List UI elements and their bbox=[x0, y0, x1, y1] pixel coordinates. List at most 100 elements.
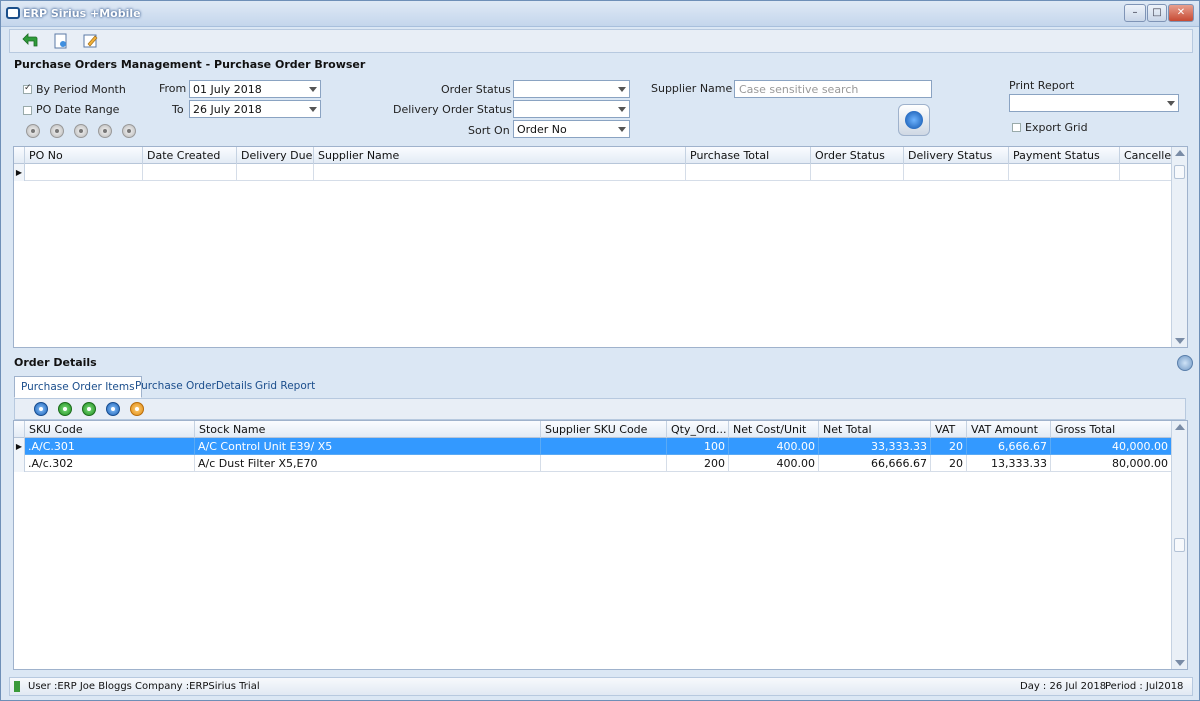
column-header[interactable]: Order Status bbox=[811, 147, 904, 164]
print-report-label: Print Report bbox=[1009, 79, 1075, 92]
qty-cell[interactable]: 100 bbox=[667, 438, 729, 455]
next-record-button[interactable] bbox=[74, 124, 88, 138]
tab-grid-report[interactable]: Grid Report bbox=[249, 376, 321, 398]
first-item-button[interactable] bbox=[34, 402, 48, 416]
table-row[interactable]: ▶ bbox=[14, 164, 1172, 181]
previous-item-button[interactable] bbox=[58, 402, 72, 416]
scroll-down-icon[interactable] bbox=[1175, 660, 1185, 666]
column-header[interactable]: Net Cost/Unit bbox=[729, 421, 819, 438]
edit-document-icon[interactable] bbox=[82, 33, 100, 49]
previous-record-button[interactable] bbox=[50, 124, 64, 138]
sort-on-select[interactable]: Order No bbox=[513, 120, 630, 138]
main-toolbar bbox=[9, 29, 1193, 53]
vat-amount-cell[interactable]: 13,333.33 bbox=[967, 455, 1051, 472]
last-item-button[interactable] bbox=[106, 402, 120, 416]
table-cell[interactable] bbox=[25, 164, 143, 181]
sku-code-cell[interactable]: .A/C.301 bbox=[25, 438, 195, 455]
column-header[interactable]: Delivery Status bbox=[904, 147, 1009, 164]
tab-purchase-order-items[interactable]: Purchase Order Items bbox=[14, 376, 142, 398]
sku-code-cell[interactable]: .A/c.302 bbox=[25, 455, 195, 472]
column-header[interactable]: PO No bbox=[25, 147, 143, 164]
table-cell[interactable] bbox=[237, 164, 314, 181]
column-header[interactable]: SKU Code bbox=[25, 421, 195, 438]
next-item-button[interactable] bbox=[82, 402, 96, 416]
scroll-up-icon[interactable] bbox=[1175, 424, 1185, 430]
first-record-button[interactable] bbox=[26, 124, 40, 138]
po-date-range-checkbox[interactable] bbox=[23, 106, 32, 115]
current-row-indicator: ▶ bbox=[14, 164, 25, 181]
gross-total-cell[interactable]: 80,000.00 bbox=[1051, 455, 1172, 472]
table-cell[interactable] bbox=[314, 164, 686, 181]
order-status-select[interactable] bbox=[513, 80, 630, 98]
column-header[interactable]: Net Total bbox=[819, 421, 931, 438]
table-cell[interactable] bbox=[686, 164, 811, 181]
column-header[interactable]: Purchase Total bbox=[686, 147, 811, 164]
column-header[interactable]: Date Created bbox=[143, 147, 237, 164]
table-cell[interactable] bbox=[811, 164, 904, 181]
column-header[interactable]: Supplier Name bbox=[314, 147, 686, 164]
refresh-items-button[interactable] bbox=[130, 402, 144, 416]
stock-name-cell[interactable]: A/c Dust Filter X5,E70 bbox=[195, 455, 541, 472]
to-date-picker[interactable]: 26 July 2018 bbox=[189, 100, 321, 118]
collapse-icon[interactable] bbox=[1177, 355, 1193, 371]
qty-cell[interactable]: 200 bbox=[667, 455, 729, 472]
delivery-order-status-select[interactable] bbox=[513, 100, 630, 118]
from-date-picker[interactable]: 01 July 2018 bbox=[189, 80, 321, 98]
browser-title: Purchase Orders Management - Purchase Or… bbox=[14, 58, 366, 71]
by-period-month-checkbox[interactable] bbox=[23, 83, 32, 94]
status-company: Company :ERPSirius Trial bbox=[135, 681, 260, 692]
column-header[interactable]: VAT Amount bbox=[967, 421, 1051, 438]
status-day: Day : 26 Jul 2018 bbox=[1020, 681, 1107, 692]
column-header[interactable]: VAT bbox=[931, 421, 967, 438]
tab-purchase-order-details[interactable]: Purchase OrderDetails bbox=[129, 376, 258, 398]
grid-scrollbar[interactable] bbox=[1171, 147, 1187, 347]
net-cost-cell[interactable]: 400.00 bbox=[729, 438, 819, 455]
export-grid-checkbox[interactable] bbox=[1012, 123, 1021, 132]
from-label: From bbox=[159, 82, 187, 95]
column-header[interactable]: Stock Name bbox=[195, 421, 541, 438]
grid-scrollbar[interactable] bbox=[1171, 421, 1187, 669]
column-header[interactable]: Gross Total bbox=[1051, 421, 1172, 438]
supplier-sku-cell[interactable] bbox=[541, 455, 667, 472]
scroll-thumb[interactable] bbox=[1174, 538, 1185, 552]
new-document-icon[interactable] bbox=[52, 33, 70, 49]
vat-cell[interactable]: 20 bbox=[931, 455, 967, 472]
close-button[interactable]: ✕ bbox=[1168, 4, 1194, 22]
column-header[interactable]: Cancelled bbox=[1120, 147, 1172, 164]
supplier-name-search-input[interactable]: Case sensitive search bbox=[734, 80, 932, 98]
to-label: To bbox=[172, 103, 184, 116]
column-header[interactable]: Payment Status bbox=[1009, 147, 1120, 164]
back-arrow-icon[interactable] bbox=[22, 33, 40, 49]
table-cell[interactable] bbox=[904, 164, 1009, 181]
gross-total-cell[interactable]: 40,000.00 bbox=[1051, 438, 1172, 455]
last-record-button[interactable] bbox=[98, 124, 112, 138]
search-refresh-button[interactable] bbox=[898, 104, 930, 136]
print-report-select[interactable] bbox=[1009, 94, 1179, 112]
scroll-thumb[interactable] bbox=[1174, 165, 1185, 179]
net-cost-cell[interactable]: 400.00 bbox=[729, 455, 819, 472]
table-cell[interactable] bbox=[1120, 164, 1172, 181]
table-row[interactable]: .A/c.302 A/c Dust Filter X5,E70 200 400.… bbox=[14, 455, 1172, 472]
net-total-cell[interactable]: 66,666.67 bbox=[819, 455, 931, 472]
table-cell[interactable] bbox=[1009, 164, 1120, 181]
net-total-cell[interactable]: 33,333.33 bbox=[819, 438, 931, 455]
stock-name-cell[interactable]: A/C Control Unit E39/ X5 bbox=[195, 438, 541, 455]
scroll-up-icon[interactable] bbox=[1175, 150, 1185, 156]
minimize-button[interactable]: – bbox=[1124, 4, 1146, 22]
column-header[interactable]: Qty_Ord... bbox=[667, 421, 729, 438]
column-header[interactable]: Delivery Due bbox=[237, 147, 314, 164]
column-header[interactable]: Supplier SKU Code bbox=[541, 421, 667, 438]
refresh-records-button[interactable] bbox=[122, 124, 136, 138]
order-items-grid[interactable]: SKU Code Stock Name Supplier SKU Code Qt… bbox=[13, 420, 1188, 670]
window-title: ERP Sirius +Mobile bbox=[23, 7, 141, 20]
maximize-button[interactable]: □ bbox=[1147, 4, 1167, 22]
vat-amount-cell[interactable]: 6,666.67 bbox=[967, 438, 1051, 455]
by-period-month-label: By Period Month bbox=[36, 83, 126, 96]
vat-cell[interactable]: 20 bbox=[931, 438, 967, 455]
table-row[interactable]: ▶ .A/C.301 A/C Control Unit E39/ X5 100 … bbox=[14, 438, 1172, 455]
scroll-down-icon[interactable] bbox=[1175, 338, 1185, 344]
supplier-name-label: Supplier Name bbox=[651, 82, 733, 95]
supplier-sku-cell[interactable] bbox=[541, 438, 667, 455]
purchase-order-grid[interactable]: PO No Date Created Delivery Due Supplier… bbox=[13, 146, 1188, 348]
table-cell[interactable] bbox=[143, 164, 237, 181]
